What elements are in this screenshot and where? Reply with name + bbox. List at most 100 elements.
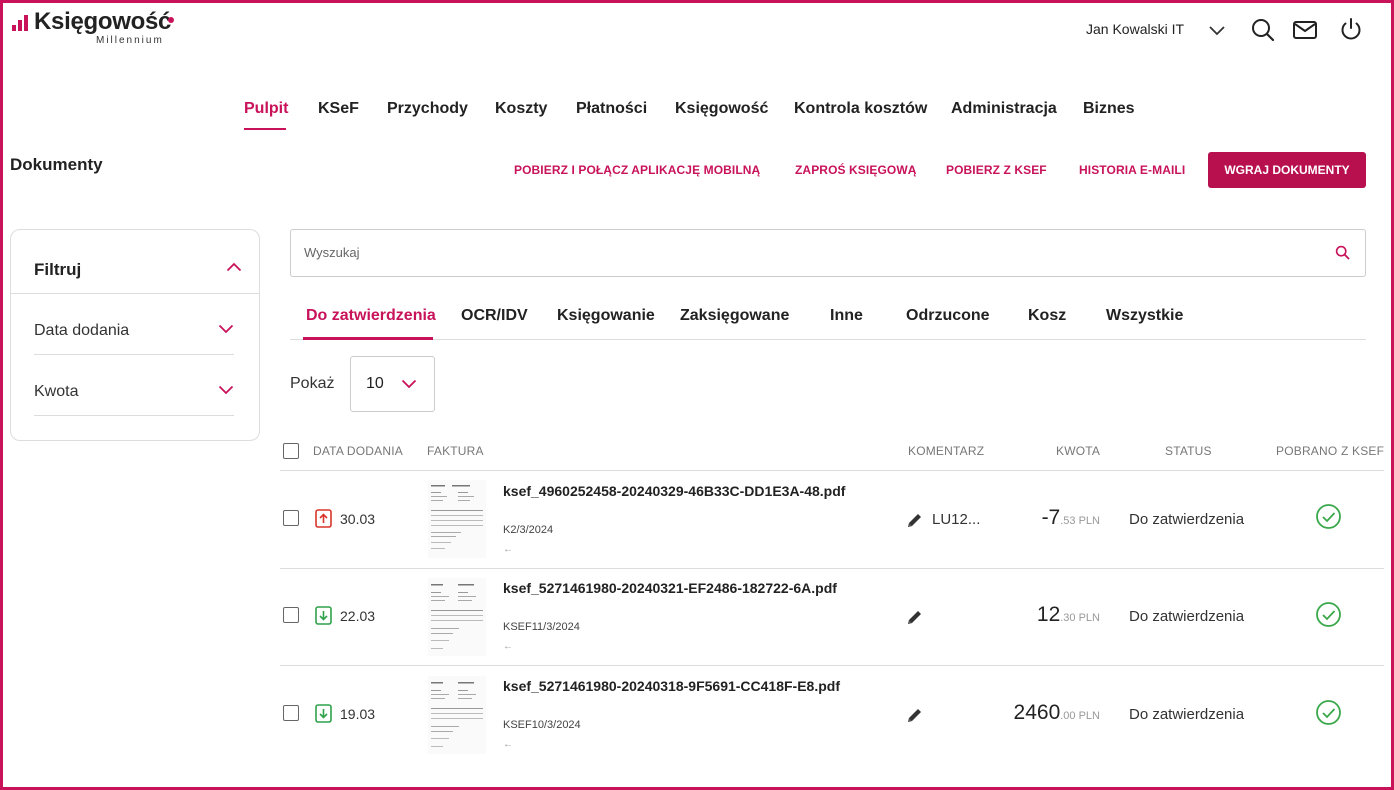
column-header-invoice[interactable]: FAKTURA <box>427 444 484 458</box>
page-size-value: 10 <box>366 375 384 392</box>
page-size-select[interactable] <box>350 356 435 412</box>
email-history-link[interactable]: HISTORIA E-MAILI <box>1079 163 1185 177</box>
tab-zaksiegowane[interactable]: Zaksięgowane <box>680 307 789 325</box>
nav-item-biznes[interactable]: Biznes <box>1083 100 1135 118</box>
page-size-chevron-down-icon[interactable] <box>401 379 417 389</box>
row-date: 30.03 <box>340 511 376 527</box>
column-header-status[interactable]: STATUS <box>1165 444 1212 458</box>
nav-item-ksiegowosc[interactable]: Księgowość <box>675 100 768 118</box>
invoice-thumbnail[interactable] <box>428 480 486 558</box>
nav-item-administracja[interactable]: Administracja <box>951 100 1057 118</box>
page-title: Dokumenty <box>10 155 103 174</box>
table-header-divider <box>280 470 1384 471</box>
filter-title: Filtruj <box>34 260 82 279</box>
amount-decimal: .30 PLN <box>1060 612 1100 624</box>
download-document-icon <box>315 704 332 723</box>
logo-text: Księgowość <box>34 8 172 35</box>
user-menu-chevron-down-icon[interactable] <box>1207 20 1227 40</box>
download-document-icon <box>315 606 332 625</box>
invoice-direction-arrow: ← <box>503 739 513 750</box>
column-header-comment[interactable]: KOMENTARZ <box>908 444 984 458</box>
download-from-ksef-link[interactable]: POBIERZ Z KSEF <box>946 163 1047 177</box>
nav-item-ksef[interactable]: KSeF <box>318 100 359 118</box>
tab-do-zatwierdzenia[interactable]: Do zatwierdzenia <box>306 307 436 325</box>
amount-decimal: .00 PLN <box>1060 710 1100 722</box>
ksef-downloaded-check-icon <box>1316 700 1341 725</box>
row-amount: -7.53 PLN <box>990 506 1100 530</box>
ksef-downloaded-check-icon <box>1316 504 1341 529</box>
column-header-date[interactable]: DATA DODANIA <box>313 444 403 458</box>
select-all-checkbox[interactable] <box>283 443 299 459</box>
row-amount: 12.30 PLN <box>990 603 1100 627</box>
column-header-ksef[interactable]: POBRANO Z KSEF <box>1276 444 1384 458</box>
mail-icon[interactable] <box>1292 17 1318 43</box>
download-mobile-app-link[interactable]: POBIERZ I POŁĄCZ APLIKACJĘ MOBILNĄ <box>514 163 760 177</box>
nav-item-pulpit[interactable]: Pulpit <box>244 100 288 118</box>
edit-comment-pencil-icon[interactable] <box>906 511 924 529</box>
search-input[interactable] <box>304 245 1304 260</box>
invoice-number: KSEF10/3/2024 <box>503 719 581 731</box>
tab-inne[interactable]: Inne <box>830 307 863 325</box>
table-row-divider <box>280 568 1384 569</box>
logo-subtitle: Millennium <box>96 35 164 46</box>
upload-documents-button[interactable]: WGRAJ DOKUMENTY <box>1208 152 1366 188</box>
edit-comment-pencil-icon[interactable] <box>906 608 924 626</box>
nav-item-platnosci[interactable]: Płatności <box>576 100 647 118</box>
table-row-divider <box>280 665 1384 666</box>
invoice-filename[interactable]: ksef_4960252458-20240329-46B33C-DD1E3A-4… <box>503 483 845 499</box>
upload-document-icon <box>315 509 332 528</box>
search-icon[interactable] <box>1250 17 1276 43</box>
amount-integer: -7 <box>1041 506 1061 529</box>
row-status: Do zatwierdzenia <box>1129 608 1245 625</box>
tab-ksiegowanie[interactable]: Księgowanie <box>557 307 655 325</box>
tab-wszystkie[interactable]: Wszystkie <box>1106 307 1183 325</box>
filter-divider <box>34 354 234 355</box>
tab-active-underline <box>303 337 433 340</box>
filter-collapse-chevron-up-icon[interactable] <box>226 262 242 272</box>
tab-kosz[interactable]: Kosz <box>1028 307 1066 325</box>
amount-decimal: .53 PLN <box>1060 515 1100 527</box>
logo-bars-icon <box>12 15 28 31</box>
tab-ocr-idv[interactable]: OCR/IDV <box>461 307 528 325</box>
nav-item-przychody[interactable]: Przychody <box>387 100 468 118</box>
search-submit-icon[interactable] <box>1335 245 1350 260</box>
row-date: 22.03 <box>340 608 376 624</box>
ksef-downloaded-check-icon <box>1316 602 1341 627</box>
tab-odrzucone[interactable]: Odrzucone <box>906 307 990 325</box>
invoice-thumbnail[interactable] <box>428 578 486 656</box>
column-header-amount[interactable]: KWOTA <box>1056 444 1100 458</box>
invoice-thumbnail[interactable] <box>428 676 486 754</box>
page-size-label: Pokaż <box>290 375 335 392</box>
user-name[interactable]: Jan Kowalski IT <box>1086 21 1184 37</box>
filter-divider <box>11 293 259 294</box>
nav-item-kontrola-kosztow[interactable]: Kontrola kosztów <box>794 100 927 118</box>
invoice-direction-arrow: ← <box>503 641 513 652</box>
filter-item-amount[interactable]: Kwota <box>34 383 78 401</box>
filter-amount-chevron-down-icon[interactable] <box>218 385 234 395</box>
invoice-direction-arrow: ← <box>503 544 513 555</box>
invoice-number: K2/3/2024 <box>503 524 554 536</box>
edit-comment-pencil-icon[interactable] <box>906 706 924 724</box>
nav-item-koszty[interactable]: Koszty <box>495 100 547 118</box>
invite-accountant-link[interactable]: ZAPROŚ KSIĘGOWĄ <box>795 163 917 177</box>
row-amount: 2460.00 PLN <box>990 701 1100 725</box>
tabs-divider <box>290 339 1366 340</box>
filter-date-chevron-down-icon[interactable] <box>218 324 234 334</box>
power-icon[interactable] <box>1338 16 1364 42</box>
nav-active-underline <box>244 128 286 130</box>
invoice-number: KSEF11/3/2024 <box>503 621 580 633</box>
row-checkbox[interactable] <box>283 510 299 526</box>
row-status: Do zatwierdzenia <box>1129 511 1245 528</box>
logo-dot <box>168 17 174 23</box>
filter-item-date-added[interactable]: Data dodania <box>34 322 129 340</box>
row-checkbox[interactable] <box>283 705 299 721</box>
amount-integer: 2460 <box>1013 701 1061 724</box>
invoice-filename[interactable]: ksef_5271461980-20240321-EF2486-182722-6… <box>503 580 837 596</box>
row-checkbox[interactable] <box>283 607 299 623</box>
row-comment[interactable]: LU12... <box>932 511 980 528</box>
amount-integer: 12 <box>1036 603 1061 626</box>
row-status: Do zatwierdzenia <box>1129 706 1245 723</box>
invoice-filename[interactable]: ksef_5271461980-20240318-9F5691-CC418F-E… <box>503 678 840 694</box>
row-date: 19.03 <box>340 706 376 722</box>
filter-divider <box>34 415 234 416</box>
